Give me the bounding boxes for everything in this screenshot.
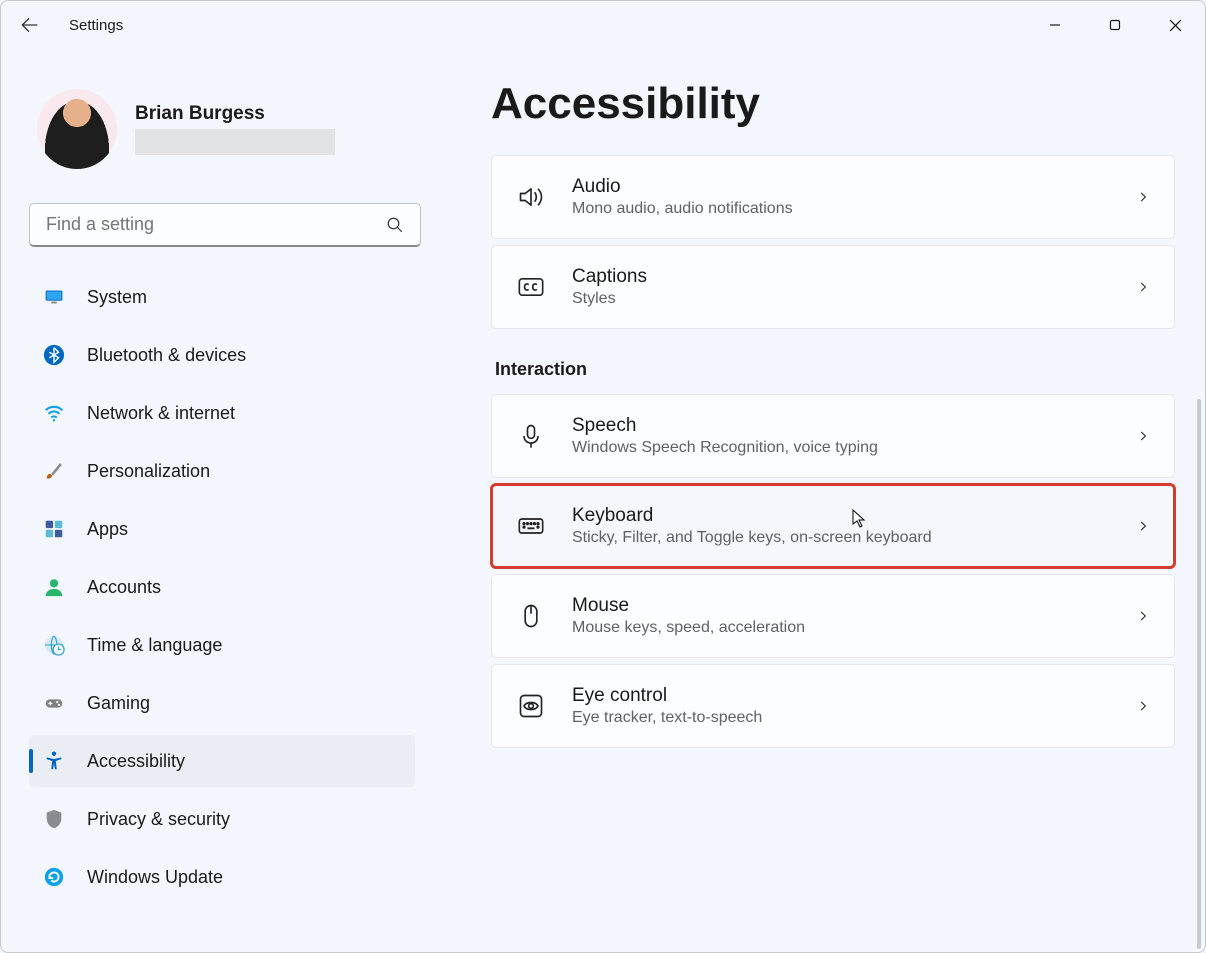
- avatar: [37, 89, 117, 169]
- close-button[interactable]: [1145, 5, 1205, 45]
- sidebar-item-label: Privacy & security: [87, 809, 230, 830]
- setting-card-eye-control[interactable]: Eye control Eye tracker, text-to-speech: [491, 664, 1175, 748]
- brush-icon: [43, 460, 65, 482]
- card-subtitle: Sticky, Filter, and Toggle keys, on-scre…: [572, 529, 1110, 547]
- keyboard-icon: [516, 512, 546, 540]
- sidebar-item-label: Apps: [87, 519, 128, 540]
- card-subtitle: Mono audio, audio notifications: [572, 200, 1110, 218]
- eye-icon: [516, 692, 546, 720]
- monitor-icon: [43, 286, 65, 308]
- card-title: Eye control: [572, 685, 1110, 707]
- sidebar-item-accessibility[interactable]: Accessibility: [29, 735, 415, 787]
- sidebar-item-label: Personalization: [87, 461, 210, 482]
- card-title: Speech: [572, 415, 1110, 437]
- setting-card-audio[interactable]: Audio Mono audio, audio notifications: [491, 155, 1175, 239]
- setting-card-keyboard[interactable]: Keyboard Sticky, Filter, and Toggle keys…: [491, 484, 1175, 568]
- sidebar: Brian Burgess System Bluetooth & devices…: [1, 49, 441, 952]
- sidebar-item-privacy-security[interactable]: Privacy & security: [29, 793, 415, 845]
- sidebar-item-accounts[interactable]: Accounts: [29, 561, 415, 613]
- user-profile[interactable]: Brian Burgess: [29, 59, 421, 199]
- sidebar-item-label: Time & language: [87, 635, 222, 656]
- section-header: Interaction: [495, 359, 1175, 380]
- minimize-button[interactable]: [1025, 5, 1085, 45]
- sidebar-item-label: Accounts: [87, 577, 161, 598]
- nav: System Bluetooth & devices Network & int…: [29, 271, 421, 952]
- mic-icon: [516, 422, 546, 450]
- window-controls: [1025, 5, 1205, 45]
- sidebar-item-network-internet[interactable]: Network & internet: [29, 387, 415, 439]
- chevron-right-icon: [1136, 519, 1150, 533]
- card-title: Audio: [572, 176, 1110, 198]
- setting-card-captions[interactable]: Captions Styles: [491, 245, 1175, 329]
- chevron-right-icon: [1136, 190, 1150, 204]
- chevron-right-icon: [1136, 699, 1150, 713]
- cc-icon: [516, 273, 546, 301]
- sidebar-item-label: Accessibility: [87, 751, 185, 772]
- sidebar-item-bluetooth-devices[interactable]: Bluetooth & devices: [29, 329, 415, 381]
- sidebar-item-label: Gaming: [87, 693, 150, 714]
- scrollbar[interactable]: [1197, 399, 1201, 949]
- settings-window: Settings Brian Burgess: [0, 0, 1206, 953]
- search-icon: [386, 216, 404, 234]
- speaker-icon: [516, 183, 546, 211]
- chevron-right-icon: [1136, 609, 1150, 623]
- card-title: Keyboard: [572, 505, 1110, 527]
- card-subtitle: Windows Speech Recognition, voice typing: [572, 439, 1110, 457]
- window-title: Settings: [69, 17, 123, 34]
- sidebar-item-label: System: [87, 287, 147, 308]
- mouse-icon: [516, 602, 546, 630]
- clock-globe-icon: [43, 634, 65, 656]
- accessibility-icon: [43, 750, 65, 772]
- person-icon: [43, 576, 65, 598]
- back-button[interactable]: [19, 15, 59, 35]
- apps-icon: [43, 518, 65, 540]
- titlebar: Settings: [1, 1, 1205, 49]
- maximize-button[interactable]: [1085, 5, 1145, 45]
- card-subtitle: Mouse keys, speed, acceleration: [572, 619, 1110, 637]
- chevron-right-icon: [1136, 280, 1150, 294]
- bluetooth-icon: [43, 344, 65, 366]
- gamepad-icon: [43, 692, 65, 714]
- search-box[interactable]: [29, 203, 421, 247]
- sidebar-item-apps[interactable]: Apps: [29, 503, 415, 555]
- update-icon: [43, 866, 65, 888]
- sidebar-item-label: Bluetooth & devices: [87, 345, 246, 366]
- page-title: Accessibility: [491, 79, 1175, 129]
- card-subtitle: Styles: [572, 290, 1110, 308]
- sidebar-item-system[interactable]: System: [29, 271, 415, 323]
- card-title: Captions: [572, 266, 1110, 288]
- chevron-right-icon: [1136, 429, 1150, 443]
- sidebar-item-label: Network & internet: [87, 403, 235, 424]
- sidebar-item-gaming[interactable]: Gaming: [29, 677, 415, 729]
- setting-card-speech[interactable]: Speech Windows Speech Recognition, voice…: [491, 394, 1175, 478]
- card-title: Mouse: [572, 595, 1110, 617]
- sidebar-item-label: Windows Update: [87, 867, 223, 888]
- sidebar-item-time-language[interactable]: Time & language: [29, 619, 415, 671]
- sidebar-item-windows-update[interactable]: Windows Update: [29, 851, 415, 903]
- setting-card-mouse[interactable]: Mouse Mouse keys, speed, acceleration: [491, 574, 1175, 658]
- user-name: Brian Burgess: [135, 103, 421, 125]
- shield-icon: [43, 808, 65, 830]
- card-subtitle: Eye tracker, text-to-speech: [572, 709, 1110, 727]
- wifi-icon: [43, 402, 65, 424]
- main-content: Accessibility Audio Mono audio, audio no…: [441, 49, 1205, 952]
- user-email-redacted: [135, 129, 335, 155]
- sidebar-item-personalization[interactable]: Personalization: [29, 445, 415, 497]
- search-input[interactable]: [46, 214, 386, 235]
